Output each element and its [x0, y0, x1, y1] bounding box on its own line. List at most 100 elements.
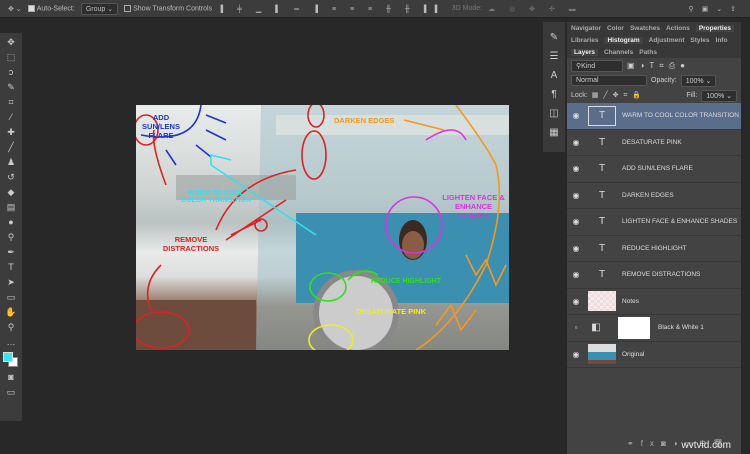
lock-icons[interactable]: ▦╱✥⌗🔒 [592, 91, 646, 100]
eye-icon[interactable]: ◉ [567, 350, 585, 359]
blur-tool-icon[interactable]: ● [5, 217, 17, 228]
workspace-icons[interactable]: ⚲▣⌄⇪ [689, 5, 750, 13]
eye-icon[interactable]: ◉ [567, 244, 585, 253]
brush-settings-icon[interactable]: ✎ [550, 32, 558, 43]
layer-row[interactable]: ◉ Notes [567, 289, 741, 315]
layer-row[interactable]: ◉ Original [567, 342, 741, 368]
move-tool-icon[interactable]: ✥ ⌄ [8, 5, 22, 13]
more-tools-icon[interactable]: … [5, 337, 17, 348]
layer-name: ADD SUN/LENS FLARE [622, 165, 693, 173]
fill-value: 100% [706, 92, 725, 100]
lasso-tool-icon[interactable]: ↄ [5, 67, 17, 78]
marquee-tool-icon[interactable]: ⬚ [5, 52, 17, 63]
zoom-tool-icon[interactable]: ⚲ [5, 322, 17, 333]
layer-name: DESATURATE PINK [622, 138, 682, 146]
filter-icons[interactable]: ▣◑T⌗⎙● [627, 61, 690, 71]
character-icon[interactable]: A [551, 70, 558, 81]
tab-styles[interactable]: Styles [690, 37, 709, 44]
tab-histogram[interactable]: Histogram [604, 36, 643, 44]
adjustment-icon: ◧ [591, 322, 601, 334]
paragraph-icon[interactable]: ¶ [551, 89, 556, 100]
align-icons[interactable]: ▐ ╪ ▁ ▌ ═ ▐ ≡ ≡ ≡ ╫ ╫ ▌▌ [218, 5, 446, 13]
crop-tool-icon[interactable]: ⌗ [5, 97, 17, 108]
tab-color[interactable]: Color [607, 25, 624, 32]
layer-thumbnail [588, 344, 616, 365]
eye-icon[interactable]: ◉ [567, 297, 585, 306]
note-reduce-highlight: REDUCE HIGHLIGHT [371, 278, 441, 285]
layer-row[interactable]: ◉ T REMOVE DISTRACTIONS [567, 262, 741, 289]
share-icon[interactable]: ⇪ [730, 6, 744, 13]
adjustments-icon[interactable]: ☰ [550, 51, 559, 62]
note-warm-cool: WARM TO COOL COLOR TRANSITION [181, 190, 251, 204]
tab-paths[interactable]: Paths [639, 49, 657, 56]
shape-tool-icon[interactable]: ▭ [5, 292, 17, 303]
tab-info[interactable]: Info [716, 37, 728, 44]
layer-row[interactable]: ◉ T LIGHTEN FACE & ENHANCE SHADES [567, 209, 741, 236]
type-tool-icon[interactable]: T [5, 262, 17, 273]
fx-icon[interactable]: fx [641, 439, 661, 448]
eye-icon[interactable]: ◉ [567, 217, 585, 226]
auto-select-checkbox[interactable]: Auto-Select: [27, 4, 75, 12]
tab-navigator[interactable]: Navigator [571, 25, 601, 32]
workspace-icon[interactable]: ▣⌄ [702, 6, 730, 13]
quick-select-icon[interactable]: ✎ [5, 82, 17, 93]
history-brush-icon[interactable]: ↺ [5, 172, 17, 183]
3d-icons[interactable]: ☁ ◎ ✥ ✣ ▬ [488, 5, 582, 13]
tab-actions[interactable]: Actions [666, 25, 690, 32]
layer-row[interactable]: ◉ T DARKEN EDGES [567, 183, 741, 209]
filter-kind-value: Kind [581, 62, 596, 70]
tab-channels[interactable]: Channels [604, 49, 633, 56]
photo [136, 105, 509, 350]
brush-tool-icon[interactable]: ╱ [5, 142, 17, 153]
eyedropper-icon[interactable]: ⁄ [5, 112, 17, 123]
layer-row[interactable]: ◉ T ADD SUN/LENS FLARE [567, 156, 741, 183]
gradient-tool-icon[interactable]: ▤ [5, 202, 17, 213]
move-tool-icon[interactable]: ✥ [5, 37, 17, 48]
blend-mode-value: Normal [576, 77, 599, 84]
pen-tool-icon[interactable]: ✒ [5, 247, 17, 258]
dodge-tool-icon[interactable]: ⚲ [5, 232, 17, 243]
transform-controls-checkbox[interactable]: Show Transform Controls [124, 4, 212, 12]
eye-icon[interactable]: ◉ [567, 111, 585, 120]
tab-adjustment[interactable]: Adjustment [649, 37, 685, 44]
fill-input[interactable]: 100% ⌄ [701, 89, 737, 102]
eye-icon[interactable]: ◉ [567, 138, 585, 147]
auto-select-dropdown[interactable]: Group ⌄ [80, 2, 119, 15]
foreground-color[interactable] [3, 352, 13, 362]
path-select-icon[interactable]: ➤ [5, 277, 17, 288]
healing-brush-icon[interactable]: ✚ [5, 127, 17, 138]
eye-icon[interactable]: ◉ [567, 191, 585, 200]
note-lighten-face: LIGHTEN FACE & ENHANCE SHADES [442, 193, 505, 220]
eraser-icon[interactable]: ◆ [5, 187, 17, 198]
link-icon[interactable]: ⚭ [627, 439, 641, 448]
tab-layers[interactable]: Layers [571, 48, 598, 56]
opacity-input[interactable]: 100% ⌄ [680, 74, 717, 87]
stamp-tool-icon[interactable]: ♟ [5, 157, 17, 168]
search-icon[interactable]: ⚲ [689, 6, 702, 13]
screen-mode-icon[interactable]: ▭ [5, 387, 17, 398]
panel-tabs-3: Layers Channels Paths [567, 46, 741, 58]
mask-icon[interactable]: ◙ [661, 439, 673, 448]
filter-kind-dropdown[interactable]: ⚲Kind [571, 59, 623, 72]
visibility-off-icon[interactable]: ▫ [567, 323, 585, 332]
text-layer-icon: T [598, 269, 606, 281]
lock-label: Lock: [571, 92, 588, 99]
document-canvas[interactable]: ADD SUN/LENS FLARE DARKEN EDGES WARM TO … [136, 105, 509, 350]
layer-row[interactable]: ◉ T REDUCE HIGHLIGHT [567, 236, 741, 262]
layer-row[interactable]: ◉ T DESATURATE PINK [567, 130, 741, 156]
eye-icon[interactable]: ◉ [567, 270, 585, 279]
photo-and-notes [136, 105, 509, 350]
clone-source-icon[interactable]: ▦ [549, 127, 558, 138]
hand-tool-icon[interactable]: ✋ [5, 307, 17, 318]
layer-row[interactable]: ▫ ◧ Black & White 1 [567, 315, 741, 342]
panel-dock: ✎ ☰ A ¶ ◫ ▦ [543, 22, 565, 152]
tab-swatches[interactable]: Swatches [630, 25, 660, 32]
blend-mode-dropdown[interactable]: Normal [571, 75, 647, 86]
tab-properties[interactable]: Properties [695, 24, 734, 32]
layer-row[interactable]: ◉ T WARM TO COOL COLOR TRANSITION [567, 103, 741, 130]
quick-mask-icon[interactable]: ◙ [5, 372, 17, 383]
layers-comp-icon[interactable]: ◫ [549, 108, 558, 119]
tab-libraries[interactable]: Libraries [571, 37, 598, 44]
eye-icon[interactable]: ◉ [567, 164, 585, 173]
color-swatches[interactable] [3, 352, 19, 368]
